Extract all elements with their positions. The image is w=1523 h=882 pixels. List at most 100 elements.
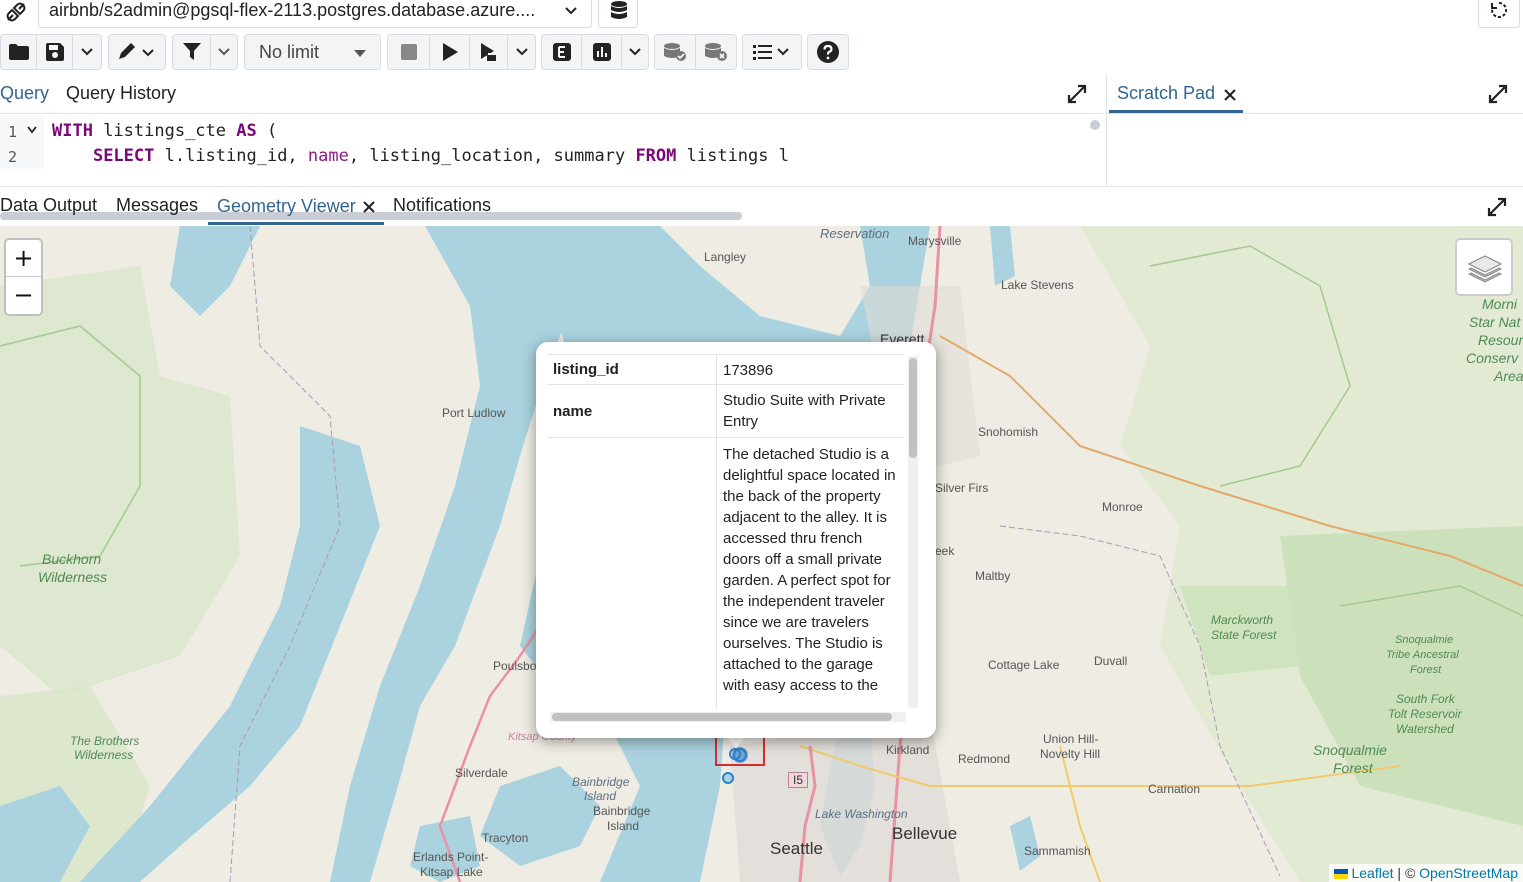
filter-button[interactable]: [173, 35, 211, 69]
stop-button[interactable]: [388, 35, 430, 69]
execute-button[interactable]: [430, 35, 470, 69]
save-button[interactable]: [37, 35, 73, 69]
close-icon[interactable]: [362, 200, 376, 214]
popup-row: name Studio Suite with Private Entry: [548, 384, 904, 438]
chevron-down-icon: [515, 48, 528, 56]
macros-button[interactable]: [742, 34, 802, 70]
map-label: Lake Stevens: [1001, 278, 1074, 292]
reset-layout-button[interactable]: [1478, 0, 1520, 28]
code-text: (: [256, 121, 278, 141]
connection-status-icon[interactable]: [4, 0, 28, 24]
map-label: Tracyton: [482, 831, 529, 845]
map-label: Maltby: [975, 569, 1011, 583]
connection-title: airbnb/s2admin@pgsql-flex-2113.postgres.…: [49, 0, 536, 20]
popup-vertical-scrollbar[interactable]: [908, 356, 918, 708]
tab-data-output[interactable]: Data Output: [0, 195, 97, 216]
tab-scratch-pad[interactable]: Scratch Pad: [1117, 83, 1215, 104]
help-button[interactable]: [807, 34, 849, 70]
macros-seg[interactable]: [743, 35, 801, 69]
tab-messages[interactable]: Messages: [116, 195, 198, 216]
map-label: Forest: [1410, 664, 1442, 676]
execute-group: [387, 34, 536, 70]
map-label: Watershed: [1396, 722, 1454, 736]
line-number: 2: [8, 148, 18, 166]
map-label: Star Nat: [1469, 314, 1521, 330]
geometry-map[interactable]: Reservation Marysville Langley Lake Stev…: [0, 226, 1523, 882]
expand-icon[interactable]: [1487, 197, 1507, 217]
map-label: Duvall: [1094, 654, 1128, 668]
layers-icon: [1467, 255, 1503, 283]
openstreetmap-link[interactable]: OpenStreetMap: [1419, 865, 1518, 881]
leaflet-link[interactable]: Leaflet: [1351, 865, 1393, 881]
expand-icon[interactable]: [1067, 84, 1087, 104]
map-label: Resour: [1478, 332, 1523, 348]
map-label: Wilderness: [74, 748, 134, 762]
highway-shield: I5: [788, 772, 809, 788]
scroll-thumb[interactable]: [909, 358, 917, 458]
map-label: Bainbridge: [593, 804, 651, 818]
map-label: Redmond: [958, 752, 1011, 766]
popup-key: listing_id: [553, 361, 619, 378]
help-seg[interactable]: [808, 35, 848, 69]
tab-query-history[interactable]: Query History: [66, 83, 176, 104]
zoom-out-button[interactable]: −: [6, 277, 41, 314]
edit-button[interactable]: [108, 34, 166, 70]
open-file-button[interactable]: [1, 35, 37, 69]
editor-vertical-scrollbar[interactable]: [1090, 120, 1100, 130]
feature-popup: listing_id 173896 name Studio Suite with…: [536, 342, 936, 738]
popup-horizontal-scrollbar[interactable]: [550, 712, 906, 722]
map-label: Silverdale: [455, 766, 508, 780]
row-limit-value: No limit: [259, 42, 320, 62]
scratch-tab-bar: Scratch Pad: [1107, 74, 1523, 114]
explain-icon: [552, 43, 571, 61]
sql-editor[interactable]: 1 2 WITH listings_cte AS ( SELECT l.list…: [0, 115, 1086, 220]
explain-button[interactable]: [542, 35, 582, 69]
execute-options-button[interactable]: [508, 35, 535, 69]
map-label: Kitsap Lake: [420, 865, 483, 879]
ukraine-flag-icon: [1334, 869, 1349, 879]
database-button[interactable]: [598, 0, 638, 28]
popup-row: listing_id 173896: [548, 354, 904, 385]
transaction-group: [654, 34, 737, 70]
map-label: Cottage Lake: [988, 658, 1060, 672]
line-number: 1: [8, 123, 18, 141]
code-text: l.listing_id,: [154, 146, 308, 166]
zoom-in-button[interactable]: +: [6, 240, 41, 277]
scroll-thumb[interactable]: [552, 713, 892, 721]
layers-button[interactable]: [1455, 238, 1513, 296]
execute-script-button[interactable]: [470, 35, 508, 69]
code-line-1: WITH listings_cte AS (: [52, 121, 277, 141]
explain-analyze-button[interactable]: [582, 35, 622, 69]
map-label: Conserv: [1466, 350, 1519, 366]
popup-value: 173896: [723, 362, 774, 379]
tab-notifications[interactable]: Notifications: [393, 195, 491, 216]
chevron-down-icon: [565, 7, 577, 15]
code-text: listings_cte: [92, 121, 237, 141]
expand-icon[interactable]: [1488, 84, 1508, 104]
map-label: Marckworth: [1211, 613, 1274, 627]
tab-query[interactable]: Query: [0, 83, 49, 104]
filter-icon: [182, 43, 201, 60]
map-label: Snoqualmie: [1313, 742, 1387, 758]
commit-button[interactable]: [655, 35, 696, 69]
tab-geometry-viewer[interactable]: Geometry Viewer: [217, 196, 356, 217]
chevron-down-icon: [629, 48, 641, 56]
rollback-button[interactable]: [696, 35, 736, 69]
explain-options-button[interactable]: [622, 35, 648, 69]
filter-options-button[interactable]: [211, 35, 237, 69]
connection-selector[interactable]: airbnb/s2admin@pgsql-flex-2113.postgres.…: [38, 0, 592, 28]
save-options-button[interactable]: [73, 35, 101, 69]
code-text: , listing_location, summary: [348, 146, 636, 166]
fold-chevron-icon[interactable]: [27, 126, 37, 134]
map-label: Area: [1494, 368, 1523, 384]
close-icon[interactable]: [1223, 88, 1237, 102]
edit-seg[interactable]: [109, 35, 165, 69]
map-attribution: Leaflet | © OpenStreetMap: [1329, 864, 1523, 882]
active-tab-indicator: [208, 222, 384, 225]
chevron-down-icon: [81, 48, 93, 56]
map-label: Langley: [704, 250, 747, 264]
code-text: listings l: [676, 146, 789, 166]
row-limit-select[interactable]: No limit: [244, 34, 381, 70]
database-icon: [611, 1, 627, 19]
folder-icon: [8, 44, 29, 60]
